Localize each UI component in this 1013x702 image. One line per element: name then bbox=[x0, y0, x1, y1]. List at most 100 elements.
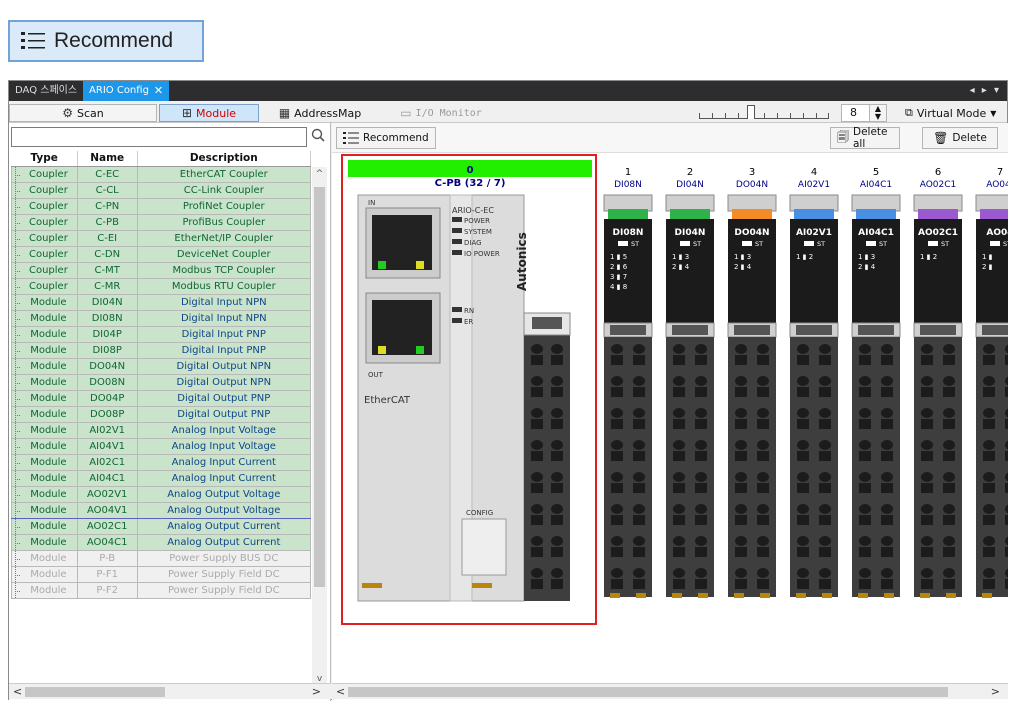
table-row[interactable]: Module DI08P Digital Input PNP bbox=[11, 341, 312, 359]
cell-name: C-MR bbox=[76, 277, 138, 295]
close-icon[interactable]: ✕ bbox=[154, 81, 163, 101]
terminal-hole bbox=[819, 419, 831, 429]
table-row[interactable]: Module AO02V1 Analog Output Voltage bbox=[11, 485, 312, 503]
scrollbar-thumb[interactable] bbox=[348, 687, 948, 697]
terminal-hole bbox=[1005, 579, 1013, 589]
table-row[interactable]: Module AI04C1 Analog Input Current bbox=[11, 469, 312, 487]
scroll-up-icon[interactable]: ^ bbox=[312, 167, 327, 182]
cell-name: AI02V1 bbox=[76, 421, 138, 439]
terminal-hole bbox=[943, 504, 955, 514]
zoom-slider[interactable] bbox=[699, 107, 829, 119]
terminal-hole bbox=[943, 515, 955, 525]
io-module-slot[interactable]: 1 DI08N DI08N ST 1 ▮ 5 2 ▮ 6 3 ▮ 7 4 ▮ 8 bbox=[603, 167, 653, 598]
table-row[interactable]: Module AO04V1 Analog Output Voltage bbox=[11, 501, 312, 519]
recommend-button-zoomed[interactable]: Recommend bbox=[8, 20, 204, 62]
table-row[interactable]: Module AI02V1 Analog Input Voltage bbox=[11, 421, 312, 439]
table-row[interactable]: Module AI04V1 Analog Input Voltage bbox=[11, 437, 312, 455]
virtual-mode-label: Virtual Mode bbox=[916, 106, 987, 120]
scan-button[interactable]: ⚙ Scan bbox=[9, 104, 157, 122]
table-row[interactable]: Module AO02C1 Analog Output Current bbox=[11, 517, 312, 535]
io-module-slot[interactable]: 2 DI04N DI04N ST 1 ▮ 3 2 ▮ 4 bbox=[665, 167, 715, 598]
module-latch bbox=[822, 593, 832, 598]
table-row[interactable]: Module DI04N Digital Input NPN bbox=[11, 293, 312, 311]
terminal-hole bbox=[633, 440, 645, 450]
slot-name: DI08N bbox=[614, 180, 642, 190]
io-module-slot[interactable]: 3 DO04N DO04N ST 1 ▮ 3 2 ▮ 4 bbox=[727, 167, 777, 598]
zoom-slider-thumb[interactable] bbox=[747, 105, 755, 119]
slot-name: AO02C1 bbox=[920, 180, 957, 190]
table-row[interactable]: Coupler C-CL CC-Link Coupler bbox=[11, 181, 312, 199]
scrollbar-thumb[interactable] bbox=[314, 187, 325, 587]
cell-type: Module bbox=[11, 373, 78, 391]
io-module-slot[interactable]: 7 AO04\ AO04 ST 1 ▮ 2 ▮ bbox=[975, 167, 1013, 598]
tab-overflow-icon[interactable]: ◂ ▸ ▾ bbox=[970, 81, 1001, 101]
cell-type: Module bbox=[11, 485, 78, 503]
terminal-hole bbox=[881, 451, 893, 461]
table-row[interactable]: Coupler C-EI EtherNet/IP Coupler bbox=[11, 229, 312, 247]
tab-ario-config[interactable]: ARIO Config ✕ bbox=[83, 81, 170, 101]
table-row[interactable]: Coupler C-PB ProfiBus Coupler bbox=[11, 213, 312, 231]
delete-all-button[interactable]: 🗐 Delete all bbox=[830, 126, 900, 150]
table-row[interactable]: Coupler C-MT Modbus TCP Coupler bbox=[11, 261, 312, 279]
terminal-hole bbox=[695, 440, 707, 450]
table-row[interactable]: Module DO08N Digital Output NPN bbox=[11, 373, 312, 391]
canvas-horizontal-scrollbar[interactable]: < > bbox=[332, 683, 1008, 699]
slot-name: AI04C1 bbox=[860, 180, 892, 190]
terminal-hole bbox=[943, 547, 955, 557]
io-monitor-button[interactable]: ▭ I/O Monitor bbox=[381, 104, 501, 122]
io-monitor-label: I/O Monitor bbox=[415, 107, 482, 119]
module-top-connector bbox=[851, 194, 901, 212]
zoom-spinner[interactable]: ▲ ▼ bbox=[869, 104, 887, 122]
channel-led-row: 1 ▮ 5 bbox=[610, 253, 627, 261]
col-header-name[interactable]: Name bbox=[77, 151, 138, 167]
terminal-hole bbox=[551, 483, 563, 493]
cell-type: Module bbox=[11, 533, 78, 551]
table-row[interactable]: Module DO04P Digital Output PNP bbox=[11, 389, 312, 407]
scroll-right-icon[interactable]: > bbox=[991, 684, 1000, 700]
col-header-type[interactable]: Type bbox=[11, 151, 78, 167]
terminal-hole bbox=[611, 472, 623, 482]
table-horizontal-scrollbar[interactable]: < > bbox=[9, 683, 331, 699]
table-row[interactable]: Module AI02C1 Analog Input Current bbox=[11, 453, 312, 471]
virtual-mode-dropdown[interactable]: ⧉ Virtual Mode ▼ bbox=[899, 104, 1005, 122]
search-icon[interactable] bbox=[309, 128, 327, 146]
table-row[interactable]: Coupler C-DN DeviceNet Coupler bbox=[11, 245, 312, 263]
delete-button[interactable]: 🗑 Delete bbox=[922, 127, 998, 149]
search-input[interactable] bbox=[11, 127, 307, 147]
terminal-hole bbox=[859, 483, 871, 493]
terminal-hole bbox=[673, 568, 685, 578]
table-row[interactable]: Module P-F2 Power Supply Field DC bbox=[11, 581, 312, 599]
channel-led-row: 1 ▮ 3 bbox=[672, 253, 689, 261]
table-row[interactable]: Module DO08P Digital Output PNP bbox=[11, 405, 312, 423]
table-row[interactable]: Coupler C-MR Modbus RTU Coupler bbox=[11, 277, 312, 295]
table-row[interactable]: Module AO04C1 Analog Output Current bbox=[11, 533, 312, 551]
table-row[interactable]: Coupler C-PN ProfiNet Coupler bbox=[11, 197, 312, 215]
table-row[interactable]: Module P-B Power Supply BUS DC bbox=[11, 549, 312, 567]
addressmap-button[interactable]: ▦ AddressMap bbox=[261, 104, 379, 122]
recommend-button[interactable]: Recommend bbox=[336, 127, 436, 149]
table-vertical-scrollbar[interactable]: ^ v bbox=[312, 167, 327, 687]
terminal-hole bbox=[735, 451, 747, 461]
scroll-right-icon[interactable]: > bbox=[312, 684, 321, 700]
col-header-description[interactable]: Description bbox=[137, 151, 312, 167]
terminal-hole bbox=[881, 355, 893, 365]
table-row[interactable]: Coupler C-EC EtherCAT Coupler bbox=[11, 165, 312, 183]
io-module-slot[interactable]: 4 AI02V1 AI02V1 ST 1 ▮ 2 bbox=[789, 167, 839, 598]
st-label: ST bbox=[1003, 240, 1008, 248]
scroll-left-icon[interactable]: < bbox=[13, 684, 22, 700]
tab-daq-space[interactable]: DAQ 스페이스 bbox=[9, 81, 83, 101]
io-module-slot[interactable]: 5 AI04C1 AI04C1 ST 1 ▮ 3 2 ▮ 4 bbox=[851, 167, 901, 598]
table-row[interactable]: Module P-F1 Power Supply Field DC bbox=[11, 565, 312, 583]
scroll-left-icon[interactable]: < bbox=[336, 684, 345, 700]
table-row[interactable]: Module DI08N Digital Input NPN bbox=[11, 309, 312, 327]
scrollbar-thumb[interactable] bbox=[25, 687, 165, 697]
slot-number: 3 bbox=[749, 167, 755, 178]
table-row[interactable]: Module DO04N Digital Output NPN bbox=[11, 357, 312, 375]
table-row[interactable]: Module DI04P Digital Input PNP bbox=[11, 325, 312, 343]
terminal-hole bbox=[735, 483, 747, 493]
module-button[interactable]: ⊞ Module bbox=[159, 104, 259, 122]
terminal-hole bbox=[611, 387, 623, 397]
io-module-slot[interactable]: 6 AO02C1 AO02C1 ST 1 ▮ 2 bbox=[913, 167, 963, 598]
slot-name: DI04N bbox=[676, 180, 704, 190]
terminal-hole bbox=[531, 504, 543, 514]
